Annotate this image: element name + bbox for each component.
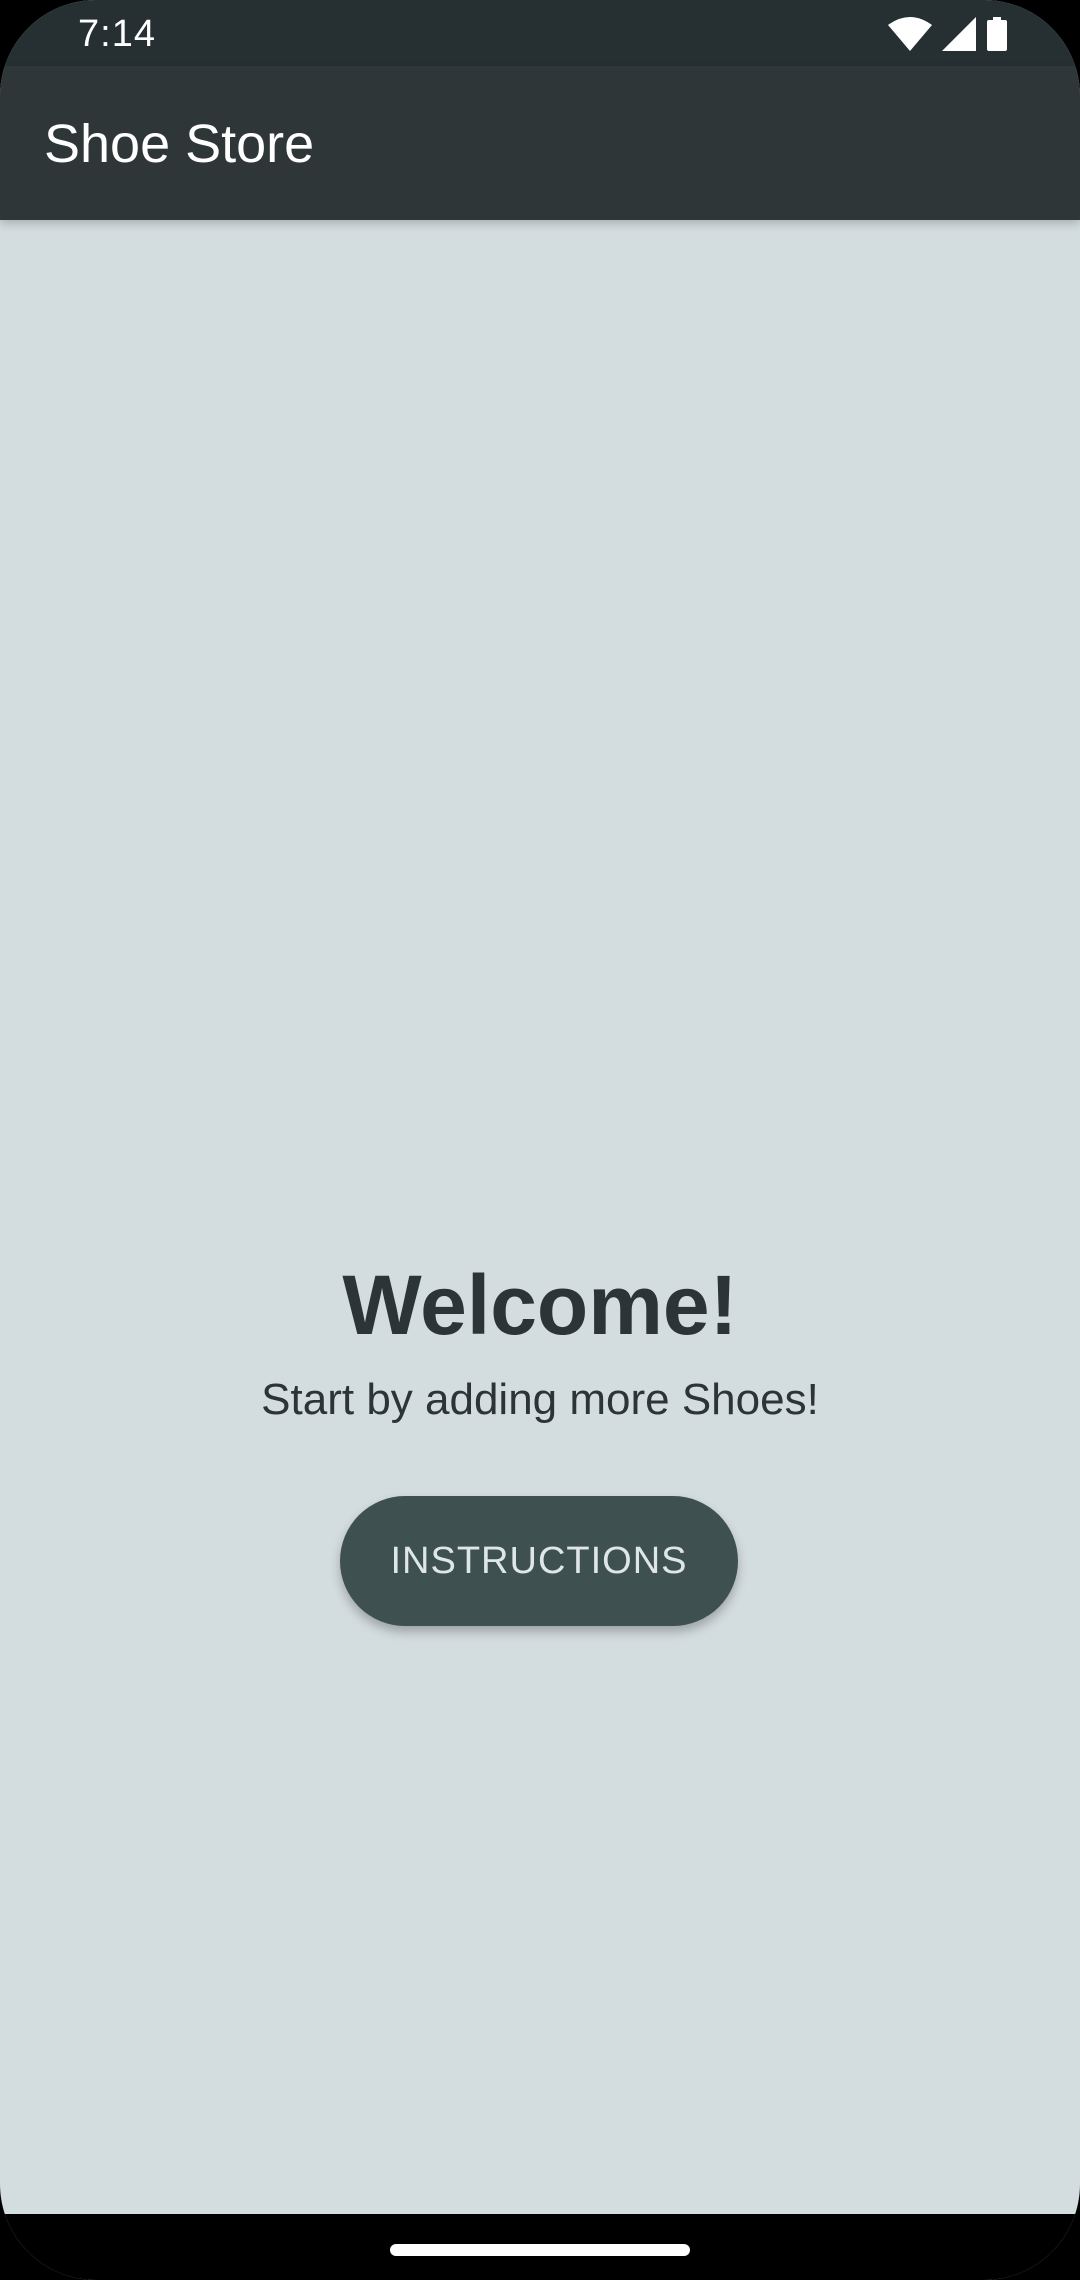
wifi-icon	[888, 17, 932, 51]
welcome-subtitle: Start by adding more Shoes!	[261, 1375, 819, 1424]
home-gesture-handle[interactable]	[390, 2244, 690, 2256]
cell-signal-icon	[942, 17, 976, 51]
navigation-bar	[0, 2214, 1080, 2280]
status-icons	[888, 16, 1008, 52]
status-bar: 7:14	[0, 0, 1080, 66]
status-time: 7:14	[78, 13, 156, 55]
phone-screen: 7:14 Shoe Store Welcome! Start by adding…	[0, 0, 1080, 2280]
welcome-title: Welcome!	[342, 1258, 738, 1352]
instructions-button[interactable]: INSTRUCTIONS	[340, 1496, 738, 1626]
app-bar: Shoe Store	[0, 66, 1080, 220]
battery-icon	[986, 17, 1008, 51]
welcome-screen: Welcome! Start by adding more Shoes! INS…	[0, 220, 1080, 2214]
app-title: Shoe Store	[44, 114, 315, 174]
